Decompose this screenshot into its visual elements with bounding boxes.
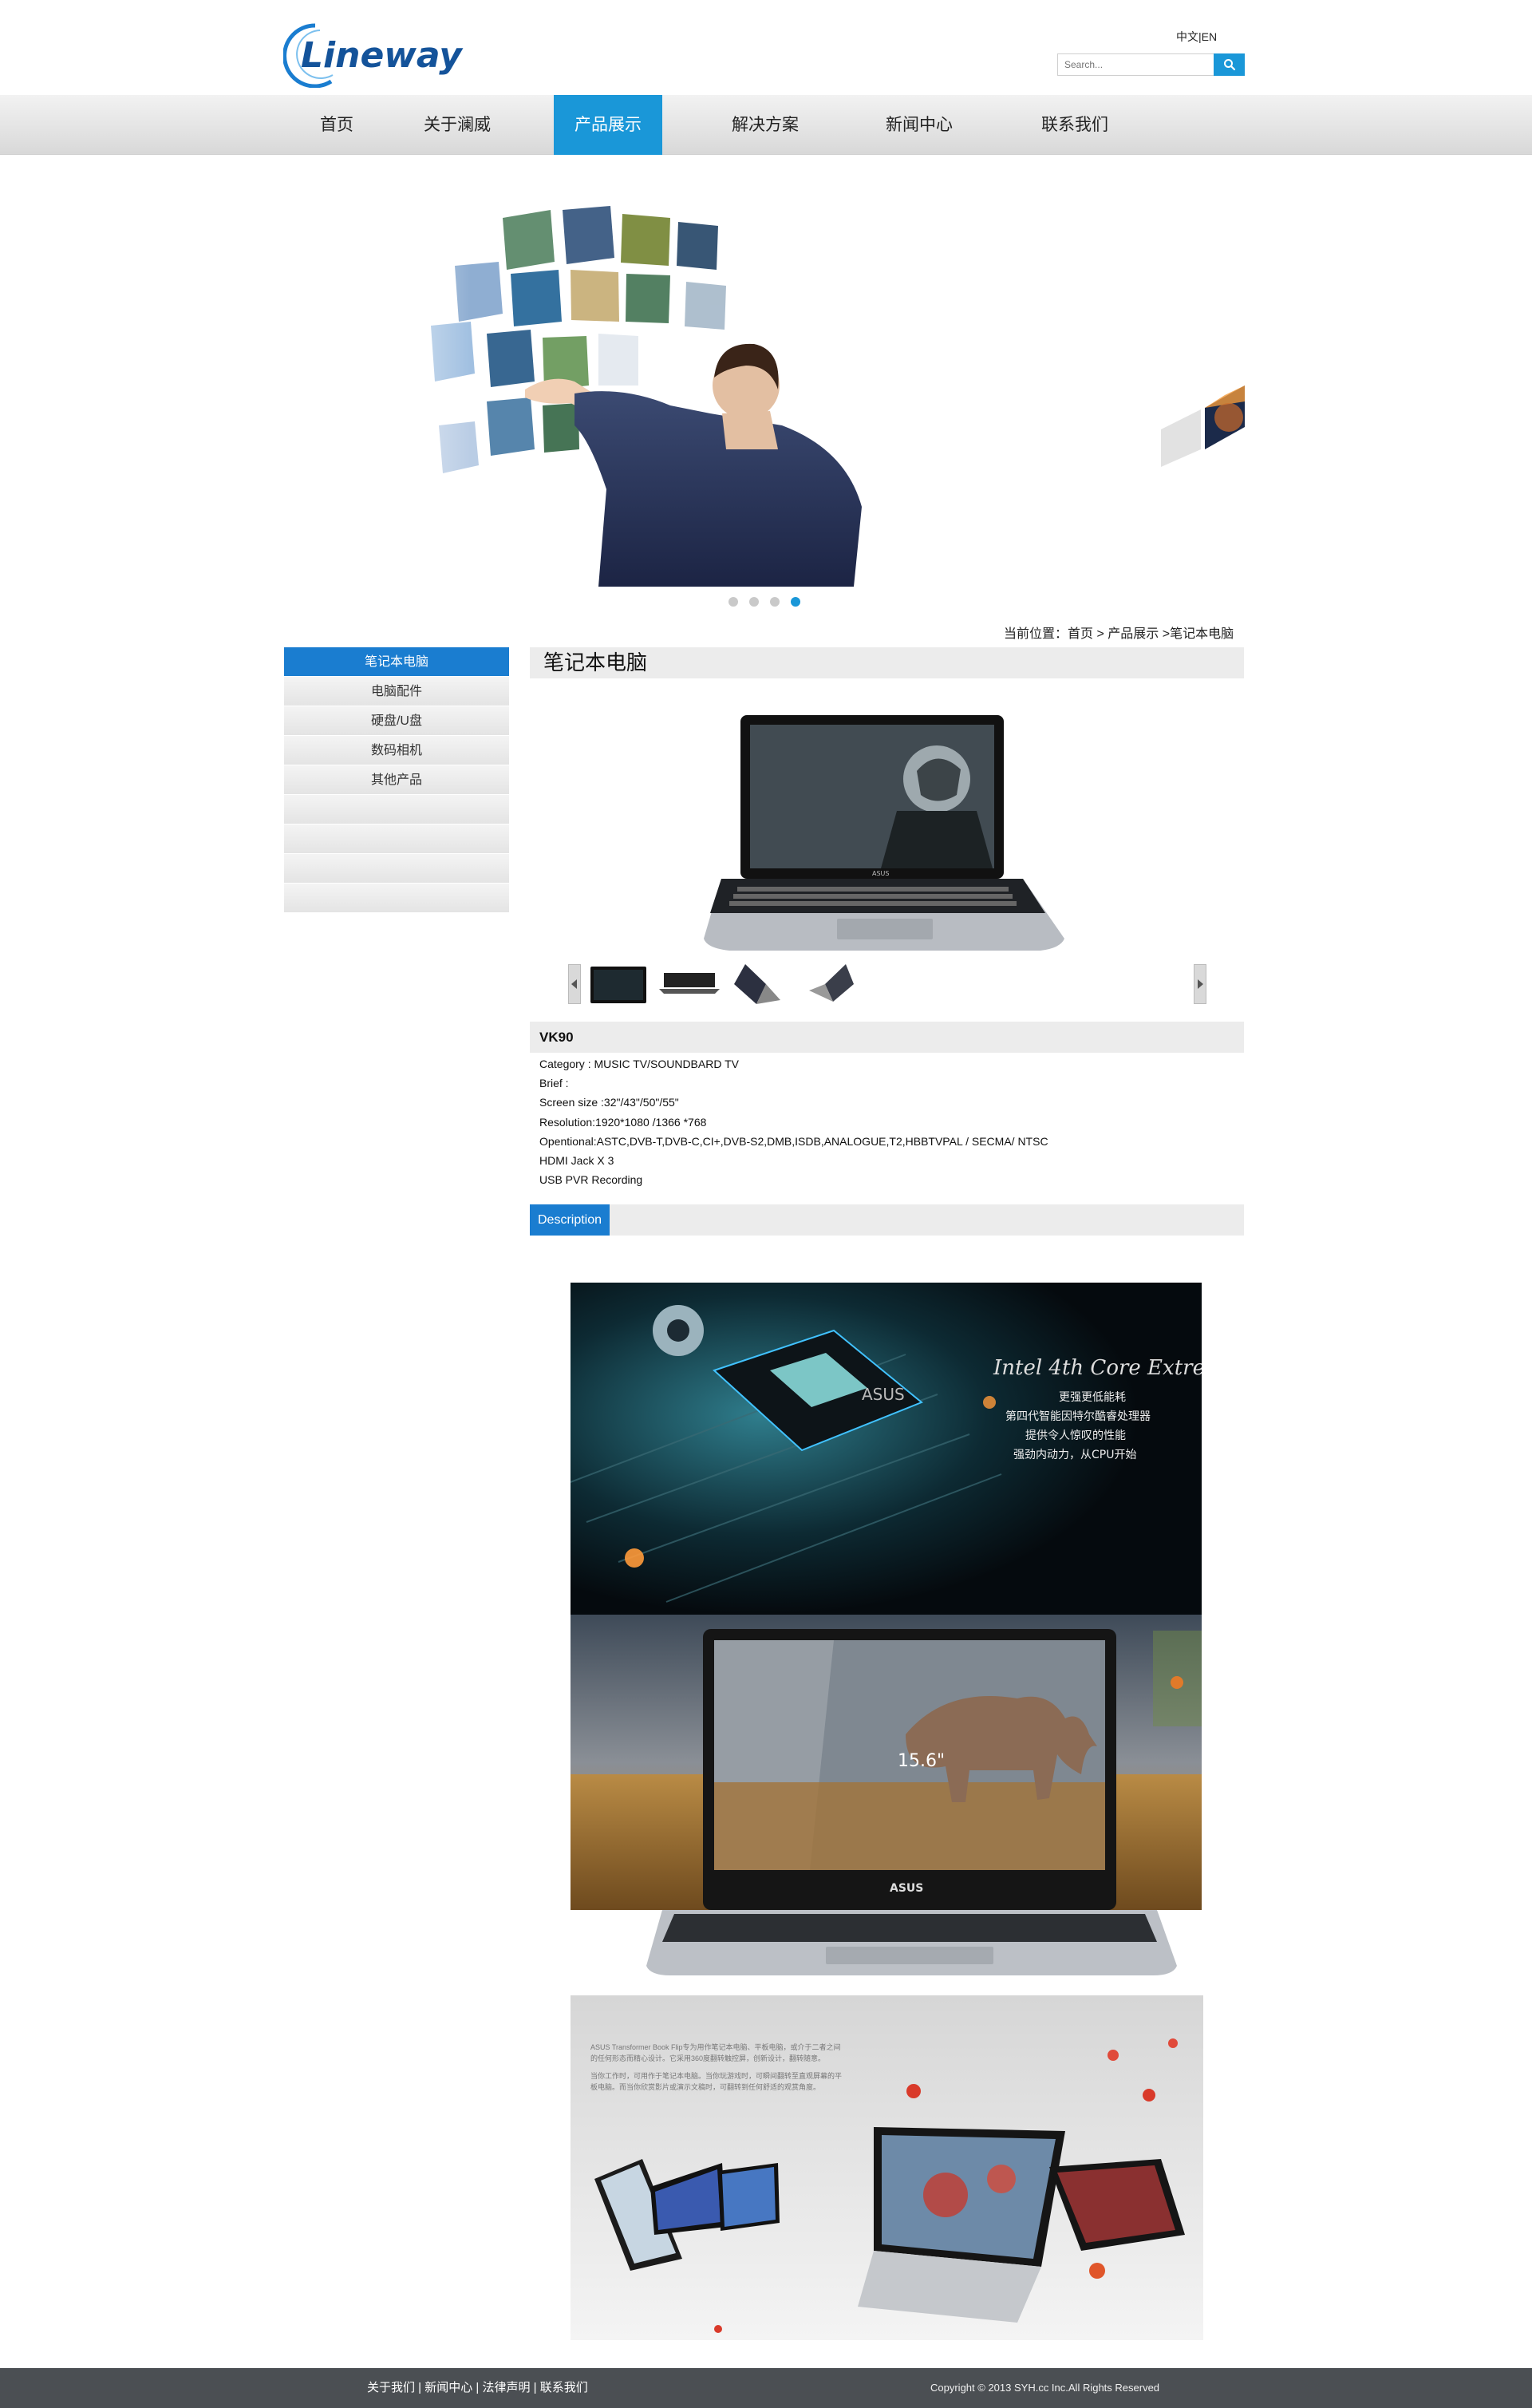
banner-dot-1[interactable] <box>728 597 738 607</box>
site-header: Lineway 中文|EN <box>0 0 1532 95</box>
category-title: 笔记本电脑 <box>543 650 648 674</box>
chevron-right-icon <box>1198 979 1203 989</box>
thumb-next-button[interactable] <box>1194 964 1206 1004</box>
banner-pagination <box>728 597 800 607</box>
cpu-line-1: 更强更低能耗 <box>1059 1391 1126 1404</box>
nav-products[interactable]: 产品展示 <box>554 95 662 155</box>
sidebar-item-other[interactable]: 其他产品 <box>284 765 509 795</box>
spec-usb: USB PVR Recording <box>539 1173 643 1187</box>
category-sidebar: 笔记本电脑 电脑配件 硬盘/U盘 数码相机 其他产品 <box>284 647 509 913</box>
footer-link-legal[interactable]: 法律声明 <box>483 2381 531 2394</box>
chevron-left-icon <box>571 979 577 989</box>
thumbnail-2[interactable] <box>657 960 721 1006</box>
sidebar-item-storage[interactable]: 硬盘/U盘 <box>284 706 509 736</box>
sidebar-item-accessories[interactable]: 电脑配件 <box>284 677 509 706</box>
search-button[interactable] <box>1214 53 1245 76</box>
description-tab-bar: Description <box>530 1204 1244 1236</box>
product-specs: Category : MUSIC TV/SOUNDBARD TV Brief :… <box>539 1054 1048 1189</box>
breadcrumb-sep-2: > <box>1159 627 1171 641</box>
sidebar-item-laptops[interactable]: 笔记本电脑 <box>284 647 509 677</box>
nav-about[interactable]: 关于澜威 <box>412 95 503 155</box>
banner-dot-2[interactable] <box>749 597 759 607</box>
laptop-brand-mark: ASUS <box>872 870 889 877</box>
spec-resolution: Resolution:1920*1080 /1366 *768 <box>539 1115 707 1129</box>
banner-next-slide-preview <box>1161 386 1245 467</box>
laptop-brand-label: ASUS <box>890 1882 923 1895</box>
footer-separator: | <box>415 2381 425 2394</box>
cpu-title: Intel 4th Core Extreme <box>993 1356 1202 1380</box>
spec-category: Category : MUSIC TV/SOUNDBARD TV <box>539 1058 739 1070</box>
nav-solutions[interactable]: 解决方案 <box>720 95 811 155</box>
nav-home[interactable]: 首页 <box>303 95 370 155</box>
spec-optional: Opentional:ASTC,DVB-T,DVB-C,CI+,DVB-S2,D… <box>539 1134 1048 1148</box>
search-input[interactable] <box>1057 53 1214 76</box>
breadcrumb-home[interactable]: 首页 <box>1068 627 1093 641</box>
spec-hdmi: HDMI Jack X 3 <box>539 1154 614 1168</box>
spec-screen-size: Screen size :32"/43"/50"/55" <box>539 1096 679 1109</box>
nav-news[interactable]: 新闻中心 <box>874 95 965 155</box>
model-name: VK90 <box>539 1030 574 1045</box>
flip-paragraph-1: ASUS Transformer Book Flip专为用作笔记本电脑、平板电脑… <box>590 2043 841 2062</box>
banner-dot-3[interactable] <box>770 597 780 607</box>
desc-image-cpu: Intel 4th Core Extreme 更强更低能耗 第四代智能因特尔酷睿… <box>570 1283 1237 1615</box>
thumbnail-1[interactable] <box>586 960 650 1006</box>
sidebar-item-empty <box>284 824 509 854</box>
footer-separator: | <box>530 2381 540 2394</box>
breadcrumb-products[interactable]: 产品展示 <box>1108 627 1159 641</box>
desc-image-elephant-laptop: 15.6" ASUS <box>571 1615 1202 1975</box>
breadcrumb: 当前位置：首页 > 产品展示 >笔记本电脑 <box>1004 623 1234 642</box>
cpu-line-3: 提供令人惊叹的性能 <box>1025 1429 1126 1442</box>
hero-banner[interactable] <box>335 186 1245 587</box>
breadcrumb-sep-1: > <box>1093 627 1108 641</box>
search-icon <box>1223 59 1235 71</box>
thumb-prev-button[interactable] <box>568 964 581 1004</box>
site-footer: 关于我们 | 新闻中心 | 法律声明 | 联系我们 Copyright © 20… <box>0 2368 1532 2408</box>
category-title-bar: 笔记本电脑 <box>530 647 1244 678</box>
tab-description[interactable]: Description <box>530 1204 610 1236</box>
lineway-logo[interactable]: Lineway <box>282 19 499 89</box>
footer-link-news[interactable]: 新闻中心 <box>424 2381 472 2394</box>
logo-text: Lineway <box>301 35 464 76</box>
flip-paragraph-2: 当你工作时，可用作于笔记本电脑。当你玩游戏时，可瞬间翻转至直观屏幕的平板电脑。而… <box>590 2072 843 2091</box>
lang-en-link[interactable]: EN <box>1202 30 1217 43</box>
sidebar-item-empty <box>284 854 509 884</box>
footer-link-contact[interactable]: 联系我们 <box>540 2381 588 2394</box>
breadcrumb-prefix: 当前位置： <box>1004 627 1068 641</box>
product-thumbnails <box>568 960 1206 1006</box>
model-title-bar: VK90 <box>530 1022 1244 1053</box>
sidebar-item-empty <box>284 884 509 913</box>
main-nav: 首页 关于澜威 产品展示 解决方案 新闻中心 联系我们 <box>0 95 1532 155</box>
desc-image-flip-laptops: ASUS Transformer Book Flip专为用作笔记本电脑、平板电脑… <box>571 1995 1203 2340</box>
sidebar-item-cameras[interactable]: 数码相机 <box>284 736 509 765</box>
footer-links: 关于我们 | 新闻中心 | 法律声明 | 联系我们 <box>367 2368 588 2408</box>
cpu-chip-label: ASUS <box>862 1385 905 1404</box>
search-box <box>1057 53 1245 76</box>
cpu-line-2: 第四代智能因特尔酷睿处理器 <box>1005 1410 1151 1423</box>
thumbnail-3[interactable] <box>729 960 793 1006</box>
thumbnail-4[interactable] <box>801 960 865 1006</box>
copyright-text: Copyright © 2013 SYH.cc Inc.All Rights R… <box>930 2382 1160 2394</box>
screen-size-label: 15.6" <box>898 1751 945 1771</box>
cpu-line-4: 强劲内动力，从CPU开始 <box>1013 1449 1136 1461</box>
banner-image <box>335 186 1245 587</box>
sidebar-item-empty <box>284 795 509 824</box>
footer-link-about[interactable]: 关于我们 <box>367 2381 415 2394</box>
footer-separator: | <box>472 2381 483 2394</box>
product-main-image[interactable]: ASUS <box>689 707 1080 955</box>
lang-cn-link[interactable]: 中文 <box>1176 30 1198 43</box>
nav-contact[interactable]: 联系我们 <box>1029 95 1120 155</box>
breadcrumb-current[interactable]: 笔记本电脑 <box>1170 627 1234 641</box>
language-switch: 中文|EN <box>1176 29 1217 45</box>
banner-dot-4[interactable] <box>791 597 800 607</box>
spec-brief: Brief : <box>539 1077 569 1090</box>
